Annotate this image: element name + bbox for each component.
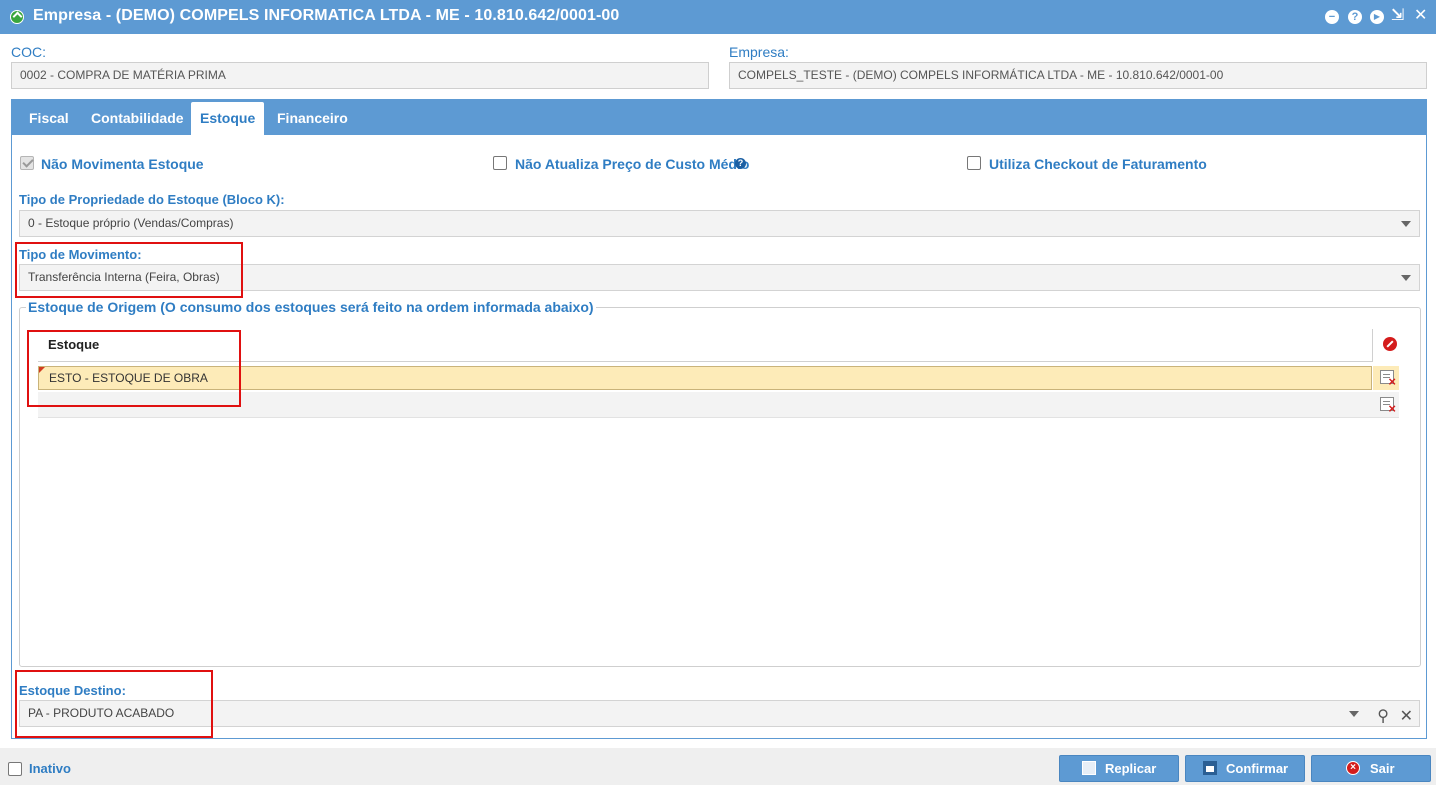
grid-header-divider: [1372, 329, 1373, 362]
highlight-box-origem: [27, 330, 241, 407]
propriedade-select[interactable]: 0 - Estoque próprio (Vendas/Compras): [19, 210, 1420, 237]
coc-label: COC:: [11, 44, 46, 60]
delete-row-icon[interactable]: [1380, 397, 1396, 415]
close-icon[interactable]: ✕: [1414, 7, 1427, 25]
confirmar-button[interactable]: Confirmar: [1185, 755, 1305, 782]
tab-panel: Fiscal Contabilidade Estoque Financeiro …: [11, 99, 1427, 739]
inativo-label: Inativo: [29, 761, 71, 776]
replicar-label: Replicar: [1105, 761, 1157, 776]
window-title: Empresa - (DEMO) COMPELS INFORMATICA LTD…: [33, 7, 620, 24]
propriedade-label: Tipo de Propriedade do Estoque (Bloco K)…: [19, 192, 285, 207]
title-bar: Empresa - (DEMO) COMPELS INFORMATICA LTD…: [0, 0, 1436, 34]
nao-movimenta-checkbox[interactable]: [20, 156, 34, 170]
checkout-label: Utiliza Checkout de Faturamento: [989, 156, 1207, 172]
nao-movimenta-label: Não Movimenta Estoque: [41, 156, 204, 172]
nao-atualiza-checkbox[interactable]: [493, 156, 507, 170]
origem-legend: Estoque de Origem (O consumo dos estoque…: [26, 299, 596, 315]
compress-icon[interactable]: ⇲: [1391, 7, 1404, 25]
chevron-down-icon[interactable]: [1349, 711, 1359, 717]
confirmar-label: Confirmar: [1226, 761, 1289, 776]
table-row-empty[interactable]: [38, 392, 1399, 418]
empresa-field[interactable]: COMPELS_TESTE - (DEMO) COMPELS INFORMÁTI…: [729, 62, 1427, 89]
checkout-checkbox[interactable]: [967, 156, 981, 170]
chevron-down-icon: [1401, 221, 1411, 227]
inativo-checkbox[interactable]: [8, 762, 22, 776]
minimize-icon[interactable]: −: [1325, 10, 1339, 24]
coc-field[interactable]: 0002 - COMPRA DE MATÉRIA PRIMA: [11, 62, 709, 89]
tab-estoque[interactable]: Estoque: [191, 102, 265, 135]
clear-icon[interactable]: ✕: [1400, 704, 1413, 729]
tab-strip: Fiscal Contabilidade Estoque Financeiro: [12, 100, 1426, 135]
tab-financeiro[interactable]: Financeiro: [268, 102, 357, 135]
help-icon[interactable]: ?: [735, 158, 746, 169]
replicar-button[interactable]: Replicar: [1059, 755, 1179, 782]
empresa-window: Empresa - (DEMO) COMPELS INFORMATICA LTD…: [0, 0, 1436, 785]
propriedade-value: 0 - Estoque próprio (Vendas/Compras): [28, 216, 234, 230]
play-icon[interactable]: ▶: [1370, 10, 1384, 24]
highlight-box-destino: [15, 670, 213, 738]
search-icon[interactable]: ⚲: [1377, 704, 1389, 729]
delete-row-icon[interactable]: [1380, 370, 1396, 388]
tab-contabilidade[interactable]: Contabilidade: [82, 102, 193, 135]
sair-button[interactable]: × Sair: [1311, 755, 1431, 782]
replicate-icon: [1082, 761, 1096, 775]
tab-fiscal[interactable]: Fiscal: [20, 102, 78, 135]
nao-atualiza-label: Não Atualiza Preço de Custo Médio: [515, 156, 750, 172]
chevron-down-icon: [1401, 275, 1411, 281]
empresa-label: Empresa:: [729, 44, 789, 60]
exit-icon: ×: [1346, 761, 1360, 775]
window-app-icon: [10, 10, 24, 24]
destino-lookup[interactable]: PA - PRODUTO ACABADO ⚲ ✕: [19, 700, 1420, 727]
sair-label: Sair: [1370, 761, 1395, 776]
help-icon[interactable]: ?: [1348, 10, 1362, 24]
highlight-box-movimento: [15, 242, 243, 298]
clear-grid-icon[interactable]: [1383, 337, 1397, 351]
save-icon: [1203, 761, 1217, 775]
